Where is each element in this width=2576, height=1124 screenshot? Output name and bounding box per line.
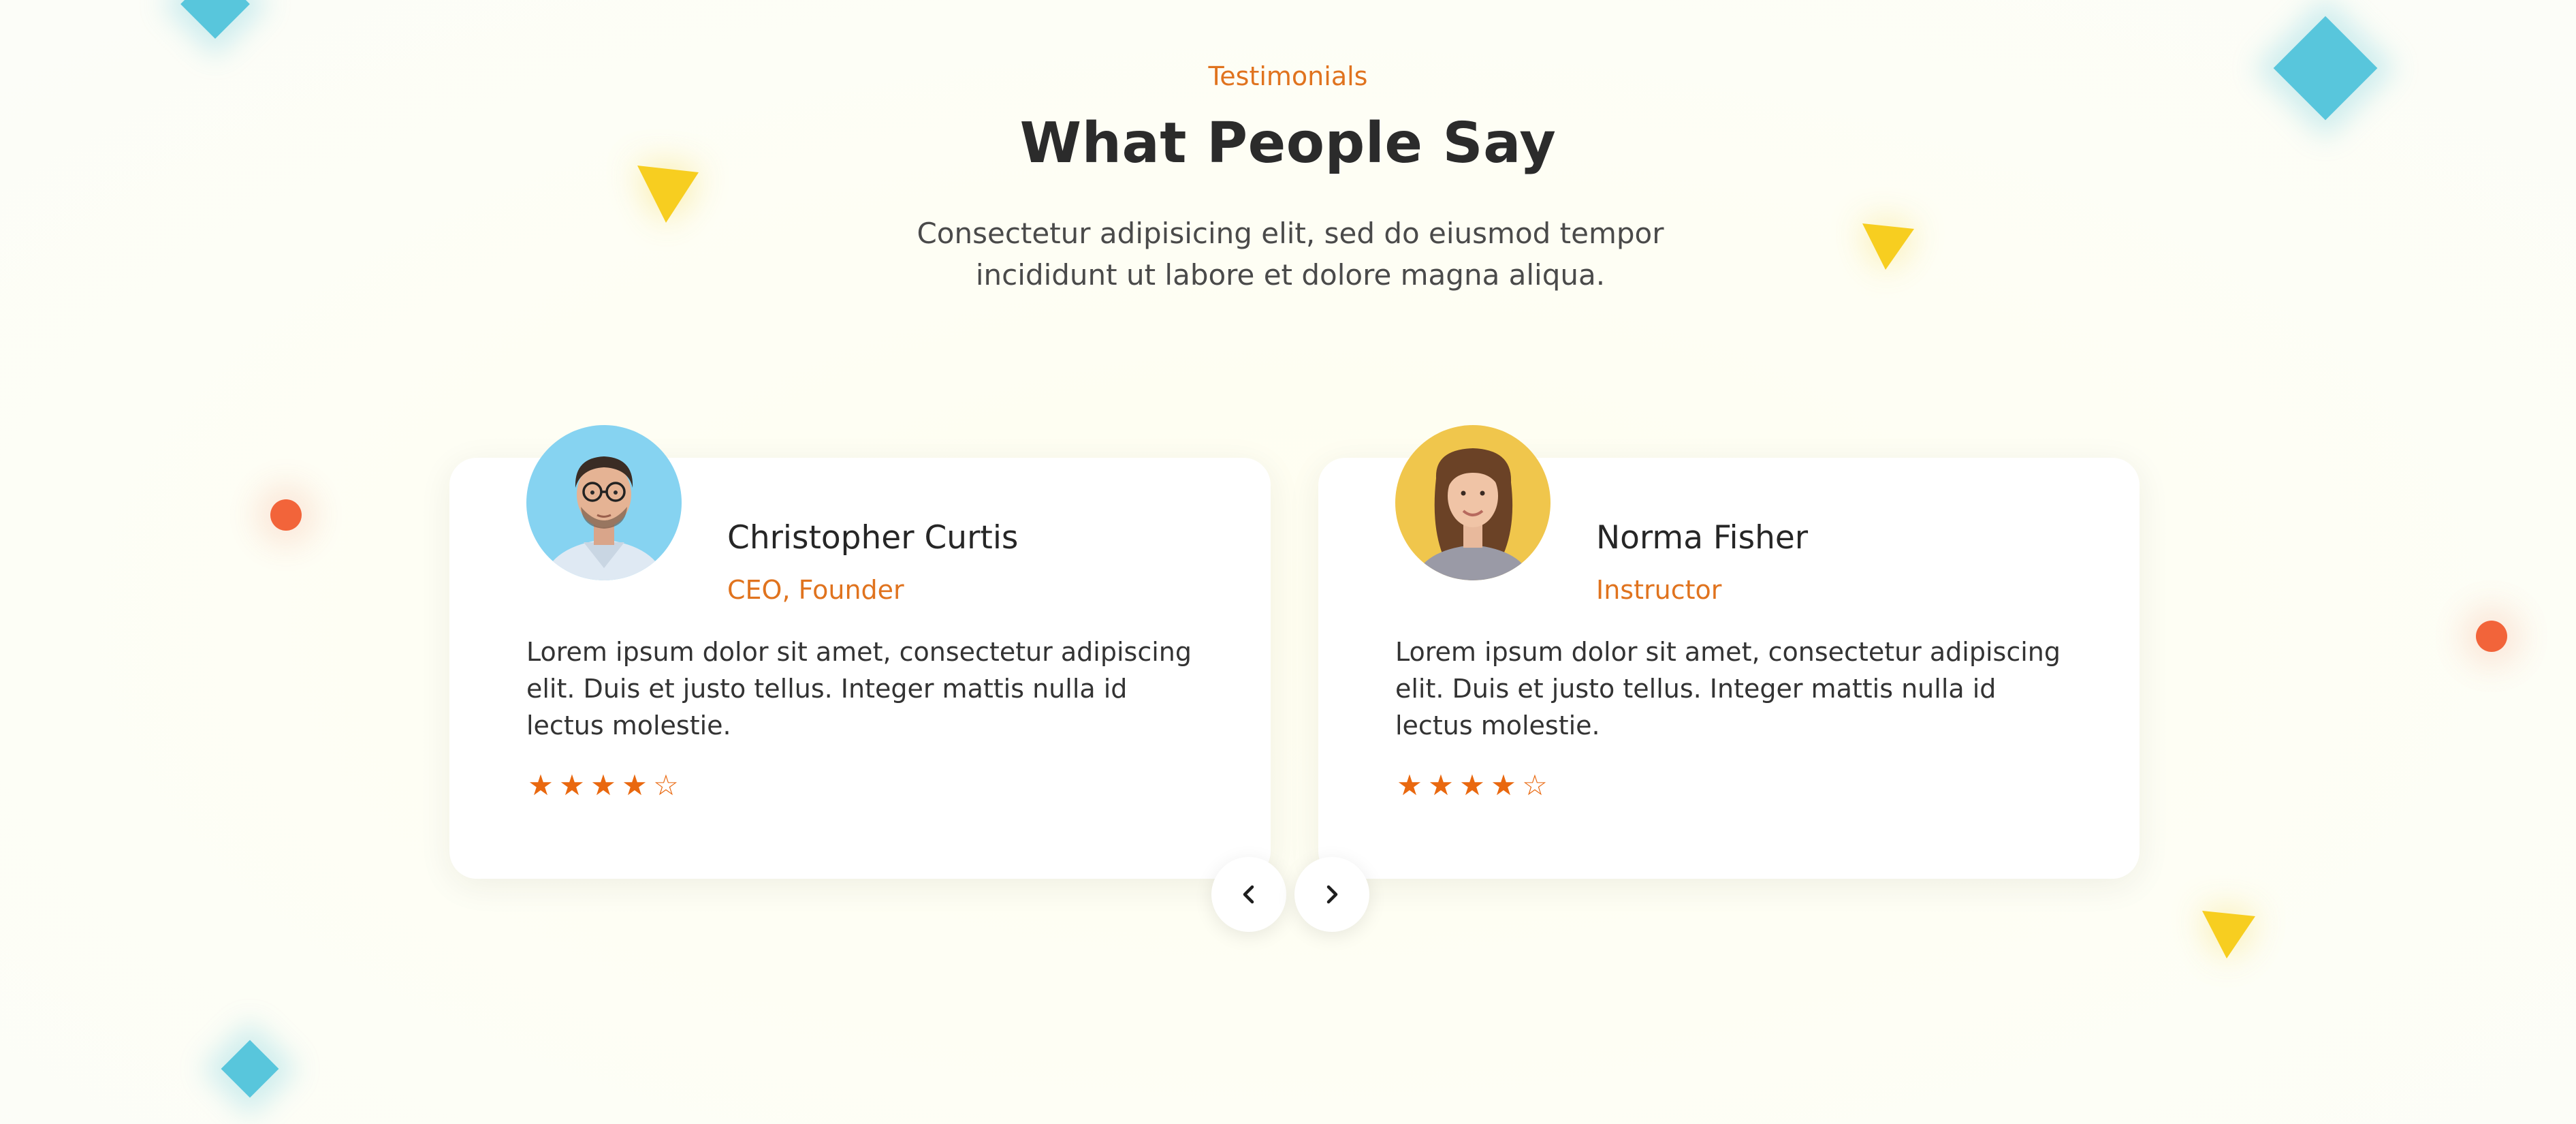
testimonial-quote: Lorem ipsum dolor sit amet, consectetur …: [526, 637, 1192, 740]
star-filled-icon: ★: [528, 768, 554, 802]
star-filled-icon: ★: [1428, 768, 1454, 802]
decorative-yellow-triangle: [2202, 911, 2255, 958]
star-filled-icon: ★: [559, 768, 585, 802]
decorative-yellow-triangle: [1862, 223, 1914, 270]
section-eyebrow: Testimonials: [1208, 61, 1368, 91]
carousel-prev-button[interactable]: [1211, 857, 1286, 932]
decorative-blue-diamond: [221, 1040, 279, 1098]
testimonial-name: Christopher Curtis: [727, 519, 1019, 557]
section-title: What People Say: [1019, 111, 1557, 176]
decorative-blue-diamond: [180, 0, 250, 39]
avatar-portrait-man: [526, 425, 682, 580]
section-subtitle: Consectetur adipisicing elit, sed do eiu…: [858, 213, 1723, 296]
testimonial-quote: Lorem ipsum dolor sit amet, consectetur …: [1395, 637, 2061, 740]
star-filled-icon: ★: [1491, 768, 1516, 802]
star-empty-icon: ☆: [1522, 768, 1548, 802]
chevron-left-icon: [1243, 885, 1254, 904]
carousel-next-button[interactable]: [1294, 857, 1369, 932]
star-rating: ★ ★ ★ ★ ☆: [526, 771, 680, 800]
star-rating: ★ ★ ★ ★ ☆: [1395, 771, 1549, 800]
star-filled-icon: ★: [622, 768, 648, 802]
decorative-red-dot: [2476, 621, 2507, 652]
chevron-right-icon: [1326, 885, 1338, 904]
testimonial-role: CEO, Founder: [727, 575, 904, 605]
avatar-portrait-woman: [1395, 425, 1551, 580]
section-subtitle-line: incididunt ut labore et dolore magna ali…: [975, 258, 1606, 292]
testimonial-card: Christopher Curtis CEO, Founder Lorem ip…: [449, 425, 1271, 879]
star-empty-icon: ☆: [653, 768, 679, 802]
avatar: [526, 425, 682, 580]
testimonial-card: Norma Fisher Instructor Lorem ipsum dolo…: [1318, 425, 2140, 879]
section-subtitle-line: Consectetur adipisicing elit, sed do eiu…: [917, 217, 1664, 250]
star-filled-icon: ★: [1397, 768, 1422, 802]
avatar: [1395, 425, 1551, 580]
testimonial-name: Norma Fisher: [1596, 519, 1809, 557]
star-filled-icon: ★: [1459, 768, 1485, 802]
decorative-red-dot: [270, 499, 302, 531]
testimonial-role: Instructor: [1596, 575, 1722, 605]
star-filled-icon: ★: [590, 768, 616, 802]
